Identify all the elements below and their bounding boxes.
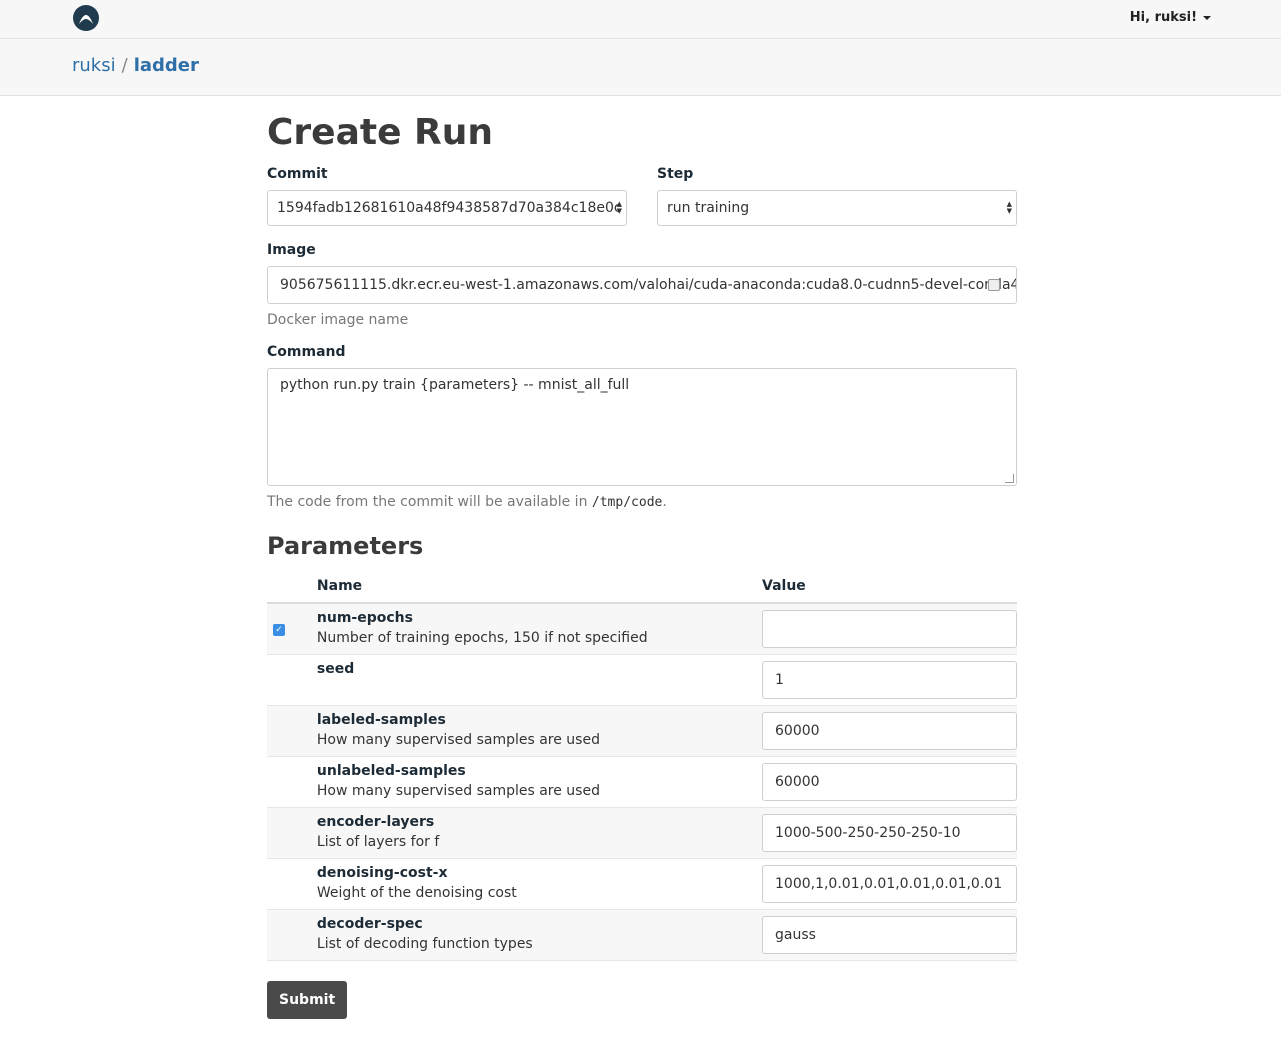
valohai-logo-icon[interactable]: [72, 4, 100, 32]
parameters-heading: Parameters: [267, 532, 424, 560]
parameter-description: How many supervised samples are used: [316, 783, 600, 799]
commit-select[interactable]: 1594fadb12681610a48f9438587d70a384c18e0c…: [267, 190, 627, 226]
command-textarea-value: python run.py train {parameters} -- mnis…: [280, 377, 630, 393]
breadcrumb-bar: ruksi / ladder: [0, 39, 1281, 96]
parameter-name: seed: [316, 661, 355, 677]
resize-handle-icon[interactable]: [1005, 474, 1014, 483]
caret-down-icon: [1203, 15, 1211, 20]
parameter-name: num-epochs: [316, 610, 413, 626]
keychain-icon[interactable]: [988, 279, 1000, 291]
parameter-checkbox-cell: [267, 807, 317, 859]
breadcrumb: ruksi / ladder: [72, 55, 199, 76]
commit-select-value: 1594fadb12681610a48f9438587d70a384c18e0c…: [277, 200, 627, 216]
parameter-name-cell: unlabeled-samples How many supervised sam…: [316, 756, 762, 808]
command-help-text: The code from the commit will be availab…: [267, 494, 1017, 510]
parameter-value-cell: 1000-500-250-250-250-10: [762, 807, 1017, 859]
parameter-checkbox-cell: [267, 705, 317, 757]
command-help-suffix: .: [662, 494, 667, 510]
parameter-value-cell: 60000: [762, 705, 1017, 757]
parameter-description: How many supervised samples are used: [316, 732, 600, 748]
table-row: decoder-spec List of decoding function ty…: [267, 909, 1017, 961]
parameter-name-cell: denoising-cost-x Weight of the denoising …: [316, 858, 762, 910]
parameter-value-cell: gauss: [762, 909, 1017, 961]
parameters-table: Name Value ✓ num-epochs Number of training…: [267, 574, 1017, 961]
parameter-value-cell: 60000: [762, 756, 1017, 808]
parameter-value-cell: 1000,1,0.01,0.01,0.01,0.01,0.01: [762, 858, 1017, 910]
parameter-checkbox-cell: [267, 909, 317, 961]
name-column-header: Name: [316, 574, 762, 604]
parameter-name-cell: decoder-spec List of decoding function ty…: [316, 909, 762, 961]
table-row: denoising-cost-x Weight of the denoising …: [267, 858, 1017, 910]
parameter-description: Weight of the denoising cost: [316, 885, 517, 901]
command-help-prefix: The code from the commit will be availab…: [267, 494, 588, 510]
image-help-text: Docker image name: [267, 312, 409, 328]
image-label: Image: [267, 242, 316, 258]
parameter-checkbox-cell: [267, 756, 317, 808]
table-row: ✓ num-epochs Number of training epochs, 15…: [267, 603, 1017, 655]
parameter-name-cell: num-epochs Number of training epochs, 150…: [316, 603, 762, 655]
value-column-header: Value: [762, 574, 1017, 604]
page-title: Create Run: [267, 112, 494, 153]
image-input[interactable]: 905675611115.dkr.ecr.eu-west-1.amazonaws…: [267, 266, 1017, 304]
parameter-name-cell: encoder-layers List of layers for f: [316, 807, 762, 859]
parameter-value-input[interactable]: gauss: [762, 916, 1017, 954]
parameter-checkbox-cell: ✓: [267, 603, 317, 655]
breadcrumb-owner-link[interactable]: ruksi: [72, 55, 116, 76]
select-arrows-icon: ▲ ▼: [1006, 200, 1012, 215]
parameter-name-cell: seed: [316, 654, 762, 706]
checkbox-checked-icon[interactable]: ✓: [273, 624, 285, 636]
parameters-table-body: ✓ num-epochs Number of training epochs, 15…: [267, 603, 1017, 961]
parameter-value-input[interactable]: 1000-500-250-250-250-10: [762, 814, 1017, 852]
image-input-value: 905675611115.dkr.ecr.eu-west-1.amazonaws…: [280, 277, 1017, 293]
select-arrows-icon: ▲ ▼: [616, 200, 622, 215]
user-menu[interactable]: Hi, ruksi!: [1130, 10, 1211, 25]
submit-button[interactable]: Submit: [267, 981, 348, 1019]
parameter-name: labeled-samples: [316, 712, 446, 728]
table-row: encoder-layers List of layers for f 1000-5…: [267, 807, 1017, 859]
create-run-form: Create Run Commit 1594fadb12681610a48f94…: [267, 96, 1017, 1019]
table-row: seed 1: [267, 654, 1017, 706]
table-row: labeled-samples How many supervised sampl…: [267, 705, 1017, 757]
breadcrumb-repo-link[interactable]: ladder: [134, 55, 199, 76]
parameter-value-cell: [762, 603, 1017, 655]
commit-label: Commit: [267, 166, 328, 182]
parameter-value-input[interactable]: 60000: [762, 763, 1017, 801]
command-textarea[interactable]: python run.py train {parameters} -- mnis…: [267, 368, 1017, 486]
parameter-value-input[interactable]: [762, 610, 1017, 648]
parameter-name: encoder-layers: [316, 814, 435, 830]
parameter-value-cell: 1: [762, 654, 1017, 706]
top-navbar: Hi, ruksi!: [0, 0, 1281, 39]
parameter-value-input[interactable]: 1: [762, 661, 1017, 699]
step-label: Step: [657, 166, 694, 182]
parameter-name: decoder-spec: [316, 916, 423, 932]
parameter-description: Number of training epochs, 150 if not sp…: [316, 630, 648, 646]
parameter-value-input[interactable]: 60000: [762, 712, 1017, 750]
parameter-description: List of layers for f: [316, 834, 440, 850]
table-row: unlabeled-samples How many supervised sam…: [267, 756, 1017, 808]
command-help-code: /tmp/code: [591, 495, 663, 510]
command-label: Command: [267, 344, 346, 360]
parameter-checkbox-cell: [267, 858, 317, 910]
parameter-name: denoising-cost-x: [316, 865, 448, 881]
user-greeting: Hi, ruksi!: [1129, 10, 1197, 25]
step-select-value: run training: [667, 200, 750, 216]
parameter-name: unlabeled-samples: [316, 763, 466, 779]
parameter-name-cell: labeled-samples How many supervised sampl…: [316, 705, 762, 757]
breadcrumb-separator: /: [121, 55, 128, 76]
parameter-value-input[interactable]: 1000,1,0.01,0.01,0.01,0.01,0.01: [762, 865, 1017, 903]
parameter-description: List of decoding function types: [316, 936, 533, 952]
checkbox-column-header: [267, 574, 317, 604]
parameter-checkbox-cell: [267, 654, 317, 706]
step-select[interactable]: run training ▲ ▼: [657, 190, 1017, 226]
